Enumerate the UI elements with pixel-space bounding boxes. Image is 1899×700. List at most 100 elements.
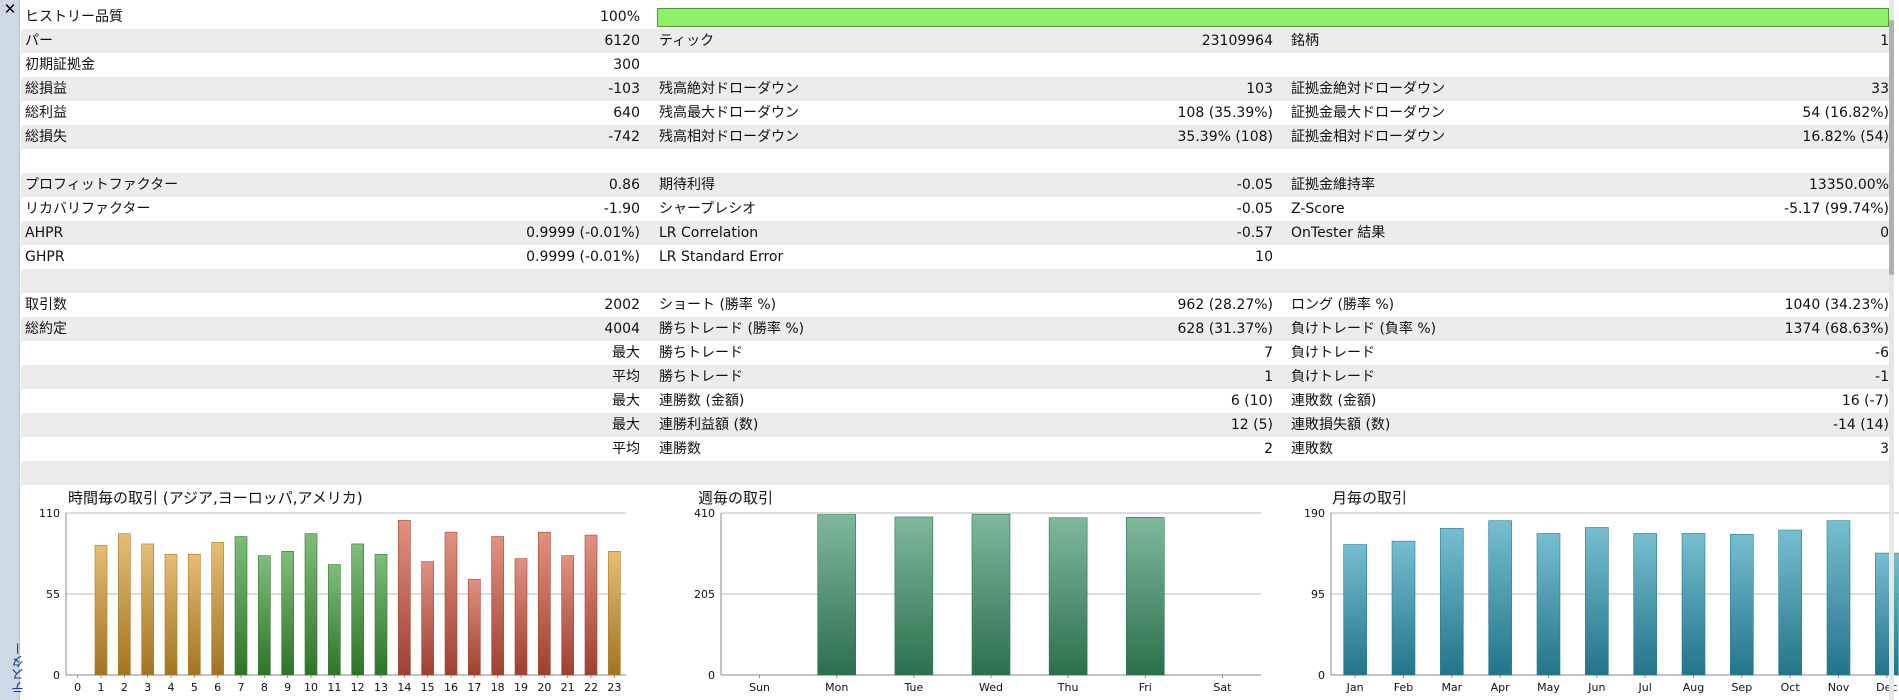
x-tick-label: Mon [825,681,848,694]
quality-progress-bar [657,8,1889,27]
stats-row: 平均 連勝数 2 連敗数 3 [21,437,1894,461]
x-tick-label: May [1537,681,1560,694]
stats-row: 初期証拠金 300 [21,53,1894,77]
stats-cell-value-1: 0.86 [608,177,640,193]
bar-Feb [1391,540,1416,676]
stats-cell-label-3: 証拠金相対ドローダウン [1291,129,1445,145]
stats-cell-value-1: 最大 [612,417,640,433]
bar-6 [211,542,224,676]
y-tick-label: 0 [53,669,60,682]
stats-cell-label-2: LR Correlation [659,225,759,241]
x-tick-label: Nov [1828,681,1850,694]
bar-Fri [1125,517,1165,676]
stats-cell-value-1: 平均 [612,369,640,385]
stats-row: 最大 勝ちトレード 7 負けトレード -6 [21,341,1894,365]
y-tick-label: 55 [46,588,60,601]
x-tick-label: 0 [74,681,81,694]
stats-cell-label-2: 残高最大ドローダウン [659,105,799,121]
stats-cell-label-3: 連敗数 [1291,441,1333,457]
chart-weekly-trades-plot: 0 205 410 Sun Mon Tue Wed Thu Fri Sat [694,507,1261,694]
stats-cell-value-2: 2 [1264,441,1273,457]
stats-cell-label-3: 負けトレード [1291,345,1375,361]
stats-cell-value-1: 最大 [612,393,640,409]
x-tick-label: 8 [261,681,268,694]
x-tick-label: 15 [421,681,435,694]
x-tick-label: 11 [327,681,341,694]
bar-17 [468,578,481,676]
stats-cell-label-3: 証拠金絶対ドローダウン [1291,81,1445,97]
stats-cell-value-3: 1 [1880,33,1889,49]
stats-cell-label-1: リカバリファクター [25,201,151,217]
stats-cell-value-2: -0.05 [1236,177,1273,193]
stats-cell-value-1: -1.90 [603,201,640,217]
bar-12 [351,543,364,676]
stats-cell-label-1: 初期証拠金 [25,57,95,73]
bar-8 [258,555,271,676]
side-panel: ✕ テスター [0,0,27,700]
stats-cell-label-2: シャープレシオ [659,201,757,217]
stats-cell-value-3: 1040 (34.23%) [1784,297,1889,313]
stats-cell-value-3: 33 [1871,81,1889,97]
x-tick-label: Thu [1057,681,1079,694]
stats-row: 総利益 640 残高最大ドローダウン 108 (35.39%) 証拠金最大ドローダウン 5… [21,101,1894,125]
stats-row: 総約定 4004 勝ちトレード (勝率 %) 628 (31.37%) 負けトレード (… [21,317,1894,341]
x-tick-label: 22 [584,681,598,694]
bar-15 [421,561,434,676]
x-tick-label: 14 [397,681,411,694]
bar-Thu [1048,517,1088,676]
x-tick-label: 12 [351,681,365,694]
y-tick-label: 110 [39,507,60,520]
x-tick-label: Sep [1731,681,1752,694]
scrollbar-thumb[interactable] [1889,20,1894,275]
stats-cell-label-2: 期待利得 [659,177,715,193]
bar-23 [608,550,621,676]
stats-row: リカバリファクター -1.90 シャープレシオ -0.05 Z-Score -5.17 (… [21,197,1894,221]
bar-1 [94,545,108,676]
stats-cell-value-3: -5.17 (99.74%) [1784,201,1889,217]
stats-cell-value-1: 0.9999 (-0.01%) [526,249,640,265]
stats-cell-value-2: 6 (10) [1230,393,1273,409]
close-icon[interactable]: ✕ [0,0,20,20]
x-tick-label: Jan [1346,681,1364,694]
bar-16 [444,531,458,676]
x-tick-label: 3 [144,681,151,694]
x-tick-label: Apr [1491,681,1511,694]
stats-cell-value-3: 13350.00% [1808,177,1889,193]
stats-row: 取引数 2002 ショート (勝率 %) 962 (28.27%) ロング (勝率 %)… [21,293,1894,317]
stats-cell-label-1: パー [25,33,53,49]
stats-cell-value-1: -103 [608,81,640,97]
bar-21 [561,555,574,676]
bar-13 [374,553,388,676]
stats-table: ヒストリー品質 100% パー 6120 ティック 23109964 銘柄 1 初期証拠金 3… [21,5,1894,485]
bar-7 [234,536,248,676]
stats-cell-value-3: 0 [1880,225,1889,241]
x-tick-label: Jul [1638,681,1652,694]
stats-cell-label-1: 総損益 [25,81,67,97]
stats-cell-value-1: 6120 [604,33,640,49]
x-tick-label: Jun [1587,681,1605,694]
stats-row: 最大 連勝利益額 (数) 12 (5) 連敗損失額 (数) -14 (14) [21,413,1894,437]
x-tick-label: 2 [121,681,128,694]
stats-cell-value-3: 16.82% (54) [1802,129,1889,145]
stats-cell-label-1: 総利益 [25,105,67,121]
stats-cell-label-3: 負けトレード (負率 %) [1291,321,1437,337]
x-tick-label: 13 [374,681,388,694]
quality-row: ヒストリー品質 100% [21,5,1894,29]
bar-Wed [971,513,1011,676]
stats-cell-label-1: プロフィットファクター [25,177,179,193]
vertical-scrollbar[interactable] [1889,0,1894,700]
x-tick-label: 4 [168,681,175,694]
stats-row: プロフィットファクター 0.86 期待利得 -0.05 証拠金維持率 13350.00% [21,173,1894,197]
bar-9 [281,550,294,676]
stats-cell-label-2: 残高絶対ドローダウン [659,81,799,97]
chart-hourly-trades: 時間毎の取引 (アジア,ヨーロッパ,アメリカ) 0 55 110 0 1 2 3 4 5 6 7 8 9… [21,483,661,700]
stats-cell-value-1: 2002 [604,297,640,313]
bar-19 [514,558,528,676]
stats-cell-label-2: 連勝数 [659,441,701,457]
x-tick-label: 6 [214,681,221,694]
stats-cell-label-3: 証拠金最大ドローダウン [1291,105,1445,121]
stats-cell-value-2: 23109964 [1201,33,1273,49]
x-tick-label: 19 [514,681,528,694]
stats-cell-value-2: 35.39% (108) [1177,129,1273,145]
strategy-tester-report: ✕ テスター ヒストリー品質 100% パー 6120 ティック 23109964 銘柄… [0,0,1899,700]
